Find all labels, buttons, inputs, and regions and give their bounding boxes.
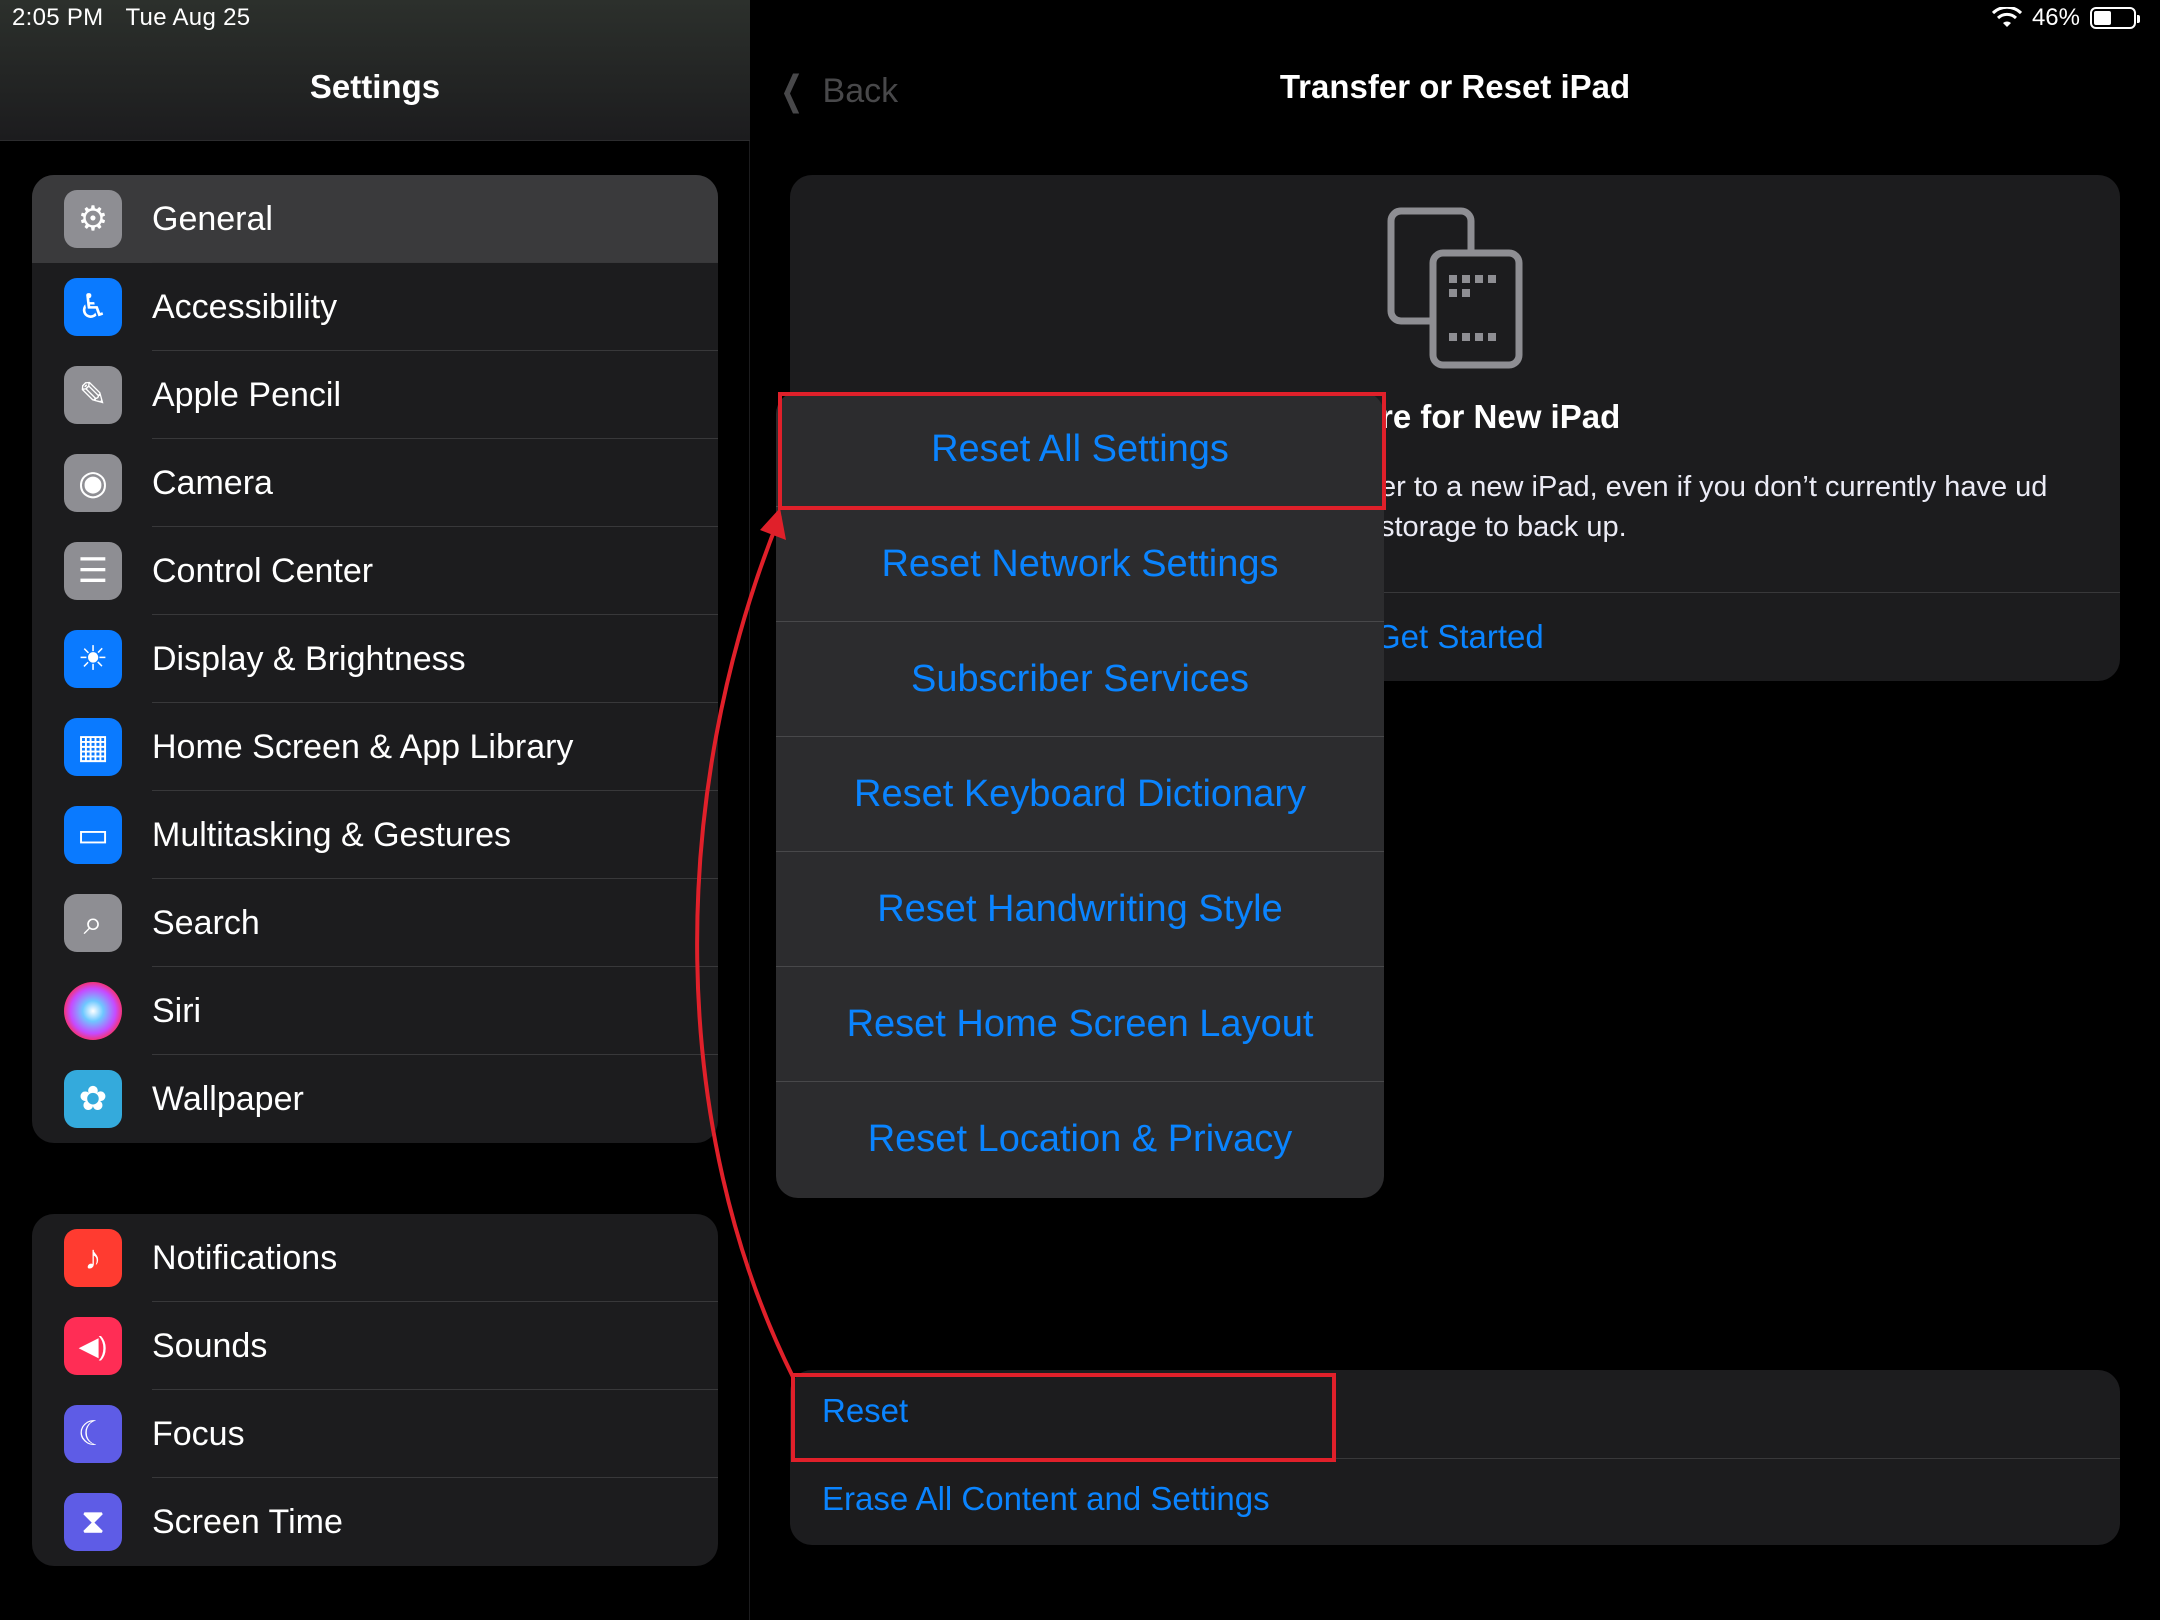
sun-icon: ☀ <box>64 630 122 688</box>
menu-item-reset-location-privacy[interactable]: Reset Location & Privacy <box>776 1082 1384 1197</box>
sidebar-item-label: Display & Brightness <box>152 639 466 678</box>
menu-item-reset-handwriting-style[interactable]: Reset Handwriting Style <box>776 852 1384 967</box>
page-title: Transfer or Reset iPad <box>1279 68 1631 105</box>
sidebar-item-display-brightness[interactable]: ☀ Display & Brightness <box>32 615 718 703</box>
sidebar-item-control-center[interactable]: ☰ Control Center <box>32 527 718 615</box>
accessibility-icon: ♿ <box>64 278 122 336</box>
home-screen-icon: ▦ <box>64 718 122 776</box>
sidebar-item-label: Multitasking & Gestures <box>152 815 512 854</box>
sidebar-item-label: Accessibility <box>152 287 338 326</box>
moon-icon: ☾ <box>64 1405 122 1463</box>
settings-sidebar: Settings ⚙ General ♿ Accessibility ✎ Apple Pe… <box>0 0 750 1620</box>
sidebar-item-wallpaper[interactable]: ✿ Wallpaper <box>32 1055 718 1143</box>
sidebar-item-label: Camera <box>152 463 273 502</box>
status-date: Tue Aug 25 <box>125 4 251 31</box>
search-icon: ⌕ <box>64 894 122 952</box>
sidebar-item-accessibility[interactable]: ♿ Accessibility <box>32 263 718 351</box>
camera-icon: ◉ <box>64 454 122 512</box>
sidebar-item-label: Focus <box>152 1414 245 1453</box>
multitasking-icon: ▭ <box>64 806 122 864</box>
wifi-icon <box>1991 7 2022 27</box>
menu-item-reset-keyboard-dictionary[interactable]: Reset Keyboard Dictionary <box>776 737 1384 852</box>
sidebar-item-sounds[interactable]: ◀) Sounds <box>32 1302 718 1390</box>
sidebar-item-search[interactable]: ⌕ Search <box>32 879 718 967</box>
reset-options-menu: Reset All Settings Reset Network Settings… <box>776 392 1384 1198</box>
reset-button[interactable]: Reset <box>822 1392 908 1430</box>
sidebar-item-label: Search <box>152 903 260 942</box>
divider <box>822 1458 2120 1459</box>
sidebar-item-multitasking-gestures[interactable]: ▭ Multitasking & Gestures <box>32 791 718 879</box>
reset-card: Reset Erase All Content and Settings <box>790 1370 2120 1545</box>
menu-item-subscriber-services[interactable]: Subscriber Services <box>776 622 1384 737</box>
settings-group-general: ⚙ General ♿ Accessibility ✎ Apple Pencil ◉ Came… <box>32 175 718 1143</box>
ipad-transfer-icon <box>1387 207 1523 369</box>
sidebar-item-label: Apple Pencil <box>152 375 342 414</box>
back-label: Back <box>822 71 899 110</box>
battery-icon <box>2090 7 2140 29</box>
sidebar-item-screen-time[interactable]: ⧗ Screen Time <box>32 1478 718 1566</box>
status-bar-left: 2:05 PM Tue Aug 25 <box>12 4 272 32</box>
settings-group-notifications: ♪ Notifications ◀) Sounds ☾ Focus ⧗ Screen Time <box>32 1214 718 1566</box>
status-bar-right: 46% <box>1991 4 2140 32</box>
sidebar-item-focus[interactable]: ☾ Focus <box>32 1390 718 1478</box>
status-time: 2:05 PM <box>12 4 104 31</box>
sidebar-item-label: Siri <box>152 991 202 1030</box>
sidebar-title: Settings <box>309 68 441 105</box>
chevron-left-icon: ❮ <box>780 69 804 113</box>
get-started-button[interactable]: Get Started <box>1375 618 1544 656</box>
switches-icon: ☰ <box>64 542 122 600</box>
sidebar-item-label: Wallpaper <box>152 1079 304 1118</box>
menu-item-reset-network-settings[interactable]: Reset Network Settings <box>776 507 1384 622</box>
prepare-description: er to a new iPad, even if you don’t curr… <box>1380 471 2048 543</box>
sidebar-item-label: Control Center <box>152 551 374 590</box>
sidebar-item-apple-pencil[interactable]: ✎ Apple Pencil <box>32 351 718 439</box>
sidebar-item-home-screen-app-library[interactable]: ▦ Home Screen & App Library <box>32 703 718 791</box>
bell-icon: ♪ <box>64 1229 122 1287</box>
siri-icon <box>64 982 122 1040</box>
sidebar-item-label: General <box>152 199 273 238</box>
sidebar-item-notifications[interactable]: ♪ Notifications <box>32 1214 718 1302</box>
sidebar-item-label: Notifications <box>152 1238 338 1277</box>
erase-all-button[interactable]: Erase All Content and Settings <box>822 1480 1270 1518</box>
flower-icon: ✿ <box>64 1070 122 1128</box>
battery-percent: 46% <box>2031 4 2080 31</box>
prepare-title: re for New iPad <box>1380 398 1621 435</box>
sidebar-item-camera[interactable]: ◉ Camera <box>32 439 718 527</box>
menu-item-reset-all-settings[interactable]: Reset All Settings <box>776 392 1384 507</box>
sidebar-item-label: Sounds <box>152 1326 268 1365</box>
gear-icon: ⚙ <box>64 190 122 248</box>
sidebar-item-label: Screen Time <box>152 1502 343 1541</box>
back-button[interactable]: ❮ Back <box>775 68 898 114</box>
sidebar-item-general[interactable]: ⚙ General <box>32 175 718 263</box>
hourglass-icon: ⧗ <box>64 1493 122 1551</box>
speaker-icon: ◀) <box>64 1317 122 1375</box>
menu-item-reset-home-screen-layout[interactable]: Reset Home Screen Layout <box>776 967 1384 1082</box>
pencil-icon: ✎ <box>64 366 122 424</box>
sidebar-item-siri[interactable]: Siri <box>32 967 718 1055</box>
sidebar-item-label: Home Screen & App Library <box>152 727 574 766</box>
